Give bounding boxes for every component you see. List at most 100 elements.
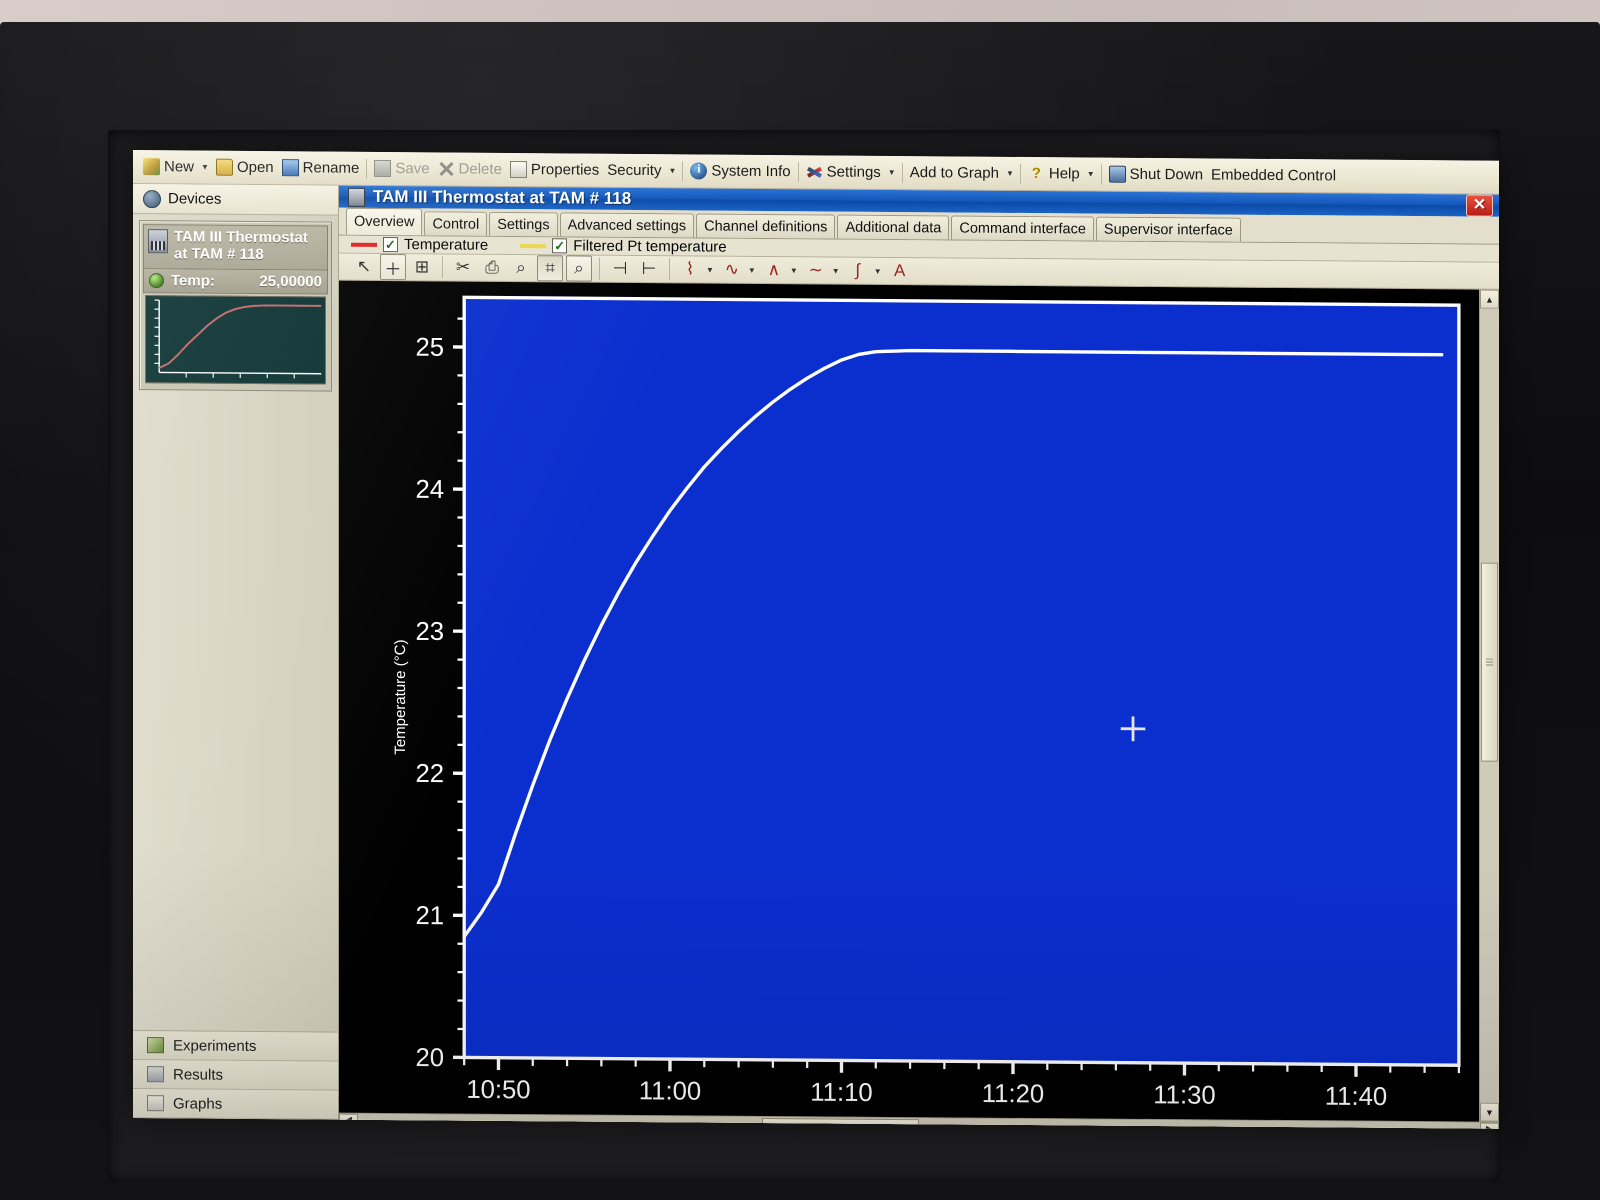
toolbar-button-label: New: [164, 158, 195, 176]
tab-settings[interactable]: Settings: [489, 211, 558, 237]
experiments-icon: [147, 1037, 164, 1054]
x-tick-label: 10:50: [466, 1076, 530, 1105]
toolbar-separator: [1100, 164, 1102, 185]
arrow-select-tool[interactable]: ↖: [351, 254, 377, 280]
scroll-down-icon[interactable]: ▼: [1480, 1102, 1499, 1122]
toolbar-button-help[interactable]: Help: [1024, 160, 1084, 186]
chevron-down-icon[interactable]: ▼: [665, 166, 679, 175]
chevron-down-icon[interactable]: ▼: [748, 265, 756, 274]
toolbar-button-delete: Delete: [434, 156, 506, 183]
sidebar-item-experiments[interactable]: Experiments: [133, 1031, 338, 1062]
crosshair-cursor-tool[interactable]: ＋: [380, 253, 406, 281]
thermostat-device-icon: [148, 229, 168, 254]
photo-background: New ▼ Open Rename Save Delete Properties Securi…: [0, 0, 1600, 1200]
scroll-up-icon[interactable]: ▲: [1480, 289, 1499, 309]
chevron-down-icon[interactable]: ▼: [885, 168, 899, 177]
y-tick-label: 23: [415, 618, 444, 646]
tab-command-interface[interactable]: Command interface: [951, 215, 1094, 241]
grid-layout-tool[interactable]: ⊞: [409, 254, 435, 280]
graph-toolbar-separator: [442, 256, 443, 279]
vscroll-thumb[interactable]: [1481, 562, 1498, 762]
zoom-in-tool[interactable]: ⌕: [508, 255, 534, 281]
toolbar-button-system-info[interactable]: System Info: [686, 158, 794, 185]
device-title-row: TAM III Thermostat at TAM # 118: [143, 224, 328, 271]
toolbar-button-security[interactable]: Security: [603, 157, 665, 183]
toolbar-button-embedded-control[interactable]: Embedded Control: [1207, 162, 1340, 189]
chevron-down-icon[interactable]: ▼: [1003, 169, 1017, 178]
open-folder-icon: [215, 158, 233, 176]
sidebar-item-results[interactable]: Results: [133, 1060, 338, 1091]
legend-checkbox[interactable]: ✓: [383, 236, 398, 253]
chevron-down-icon[interactable]: ▼: [1084, 169, 1098, 178]
tab-label: Settings: [497, 216, 550, 233]
tab-label: Channel definitions: [704, 217, 828, 235]
integrate-tool[interactable]: ∫: [845, 258, 871, 284]
x-tick-label: 11:20: [982, 1080, 1044, 1109]
toolbar-button-label: Help: [1048, 165, 1080, 183]
tab-channel-definitions[interactable]: Channel definitions: [696, 213, 836, 239]
toolbar-button-new[interactable]: New: [139, 154, 198, 180]
toolbar-button-open[interactable]: Open: [212, 154, 278, 181]
chevron-down-icon[interactable]: ▼: [198, 163, 212, 172]
peak-area-tool[interactable]: ∧: [761, 257, 787, 283]
tab-supervisor-interface[interactable]: Supervisor interface: [1095, 216, 1241, 242]
autoscale-tool[interactable]: ⌗: [537, 255, 563, 282]
tab-overview[interactable]: Overview: [346, 207, 423, 236]
sidebar: Devices TAM III Thermostat at TAM # 118 …: [133, 184, 339, 1120]
settings-tools-icon: [806, 163, 823, 180]
results-icon: [147, 1066, 164, 1083]
plot-wrapper: Temperature (°C) 20 21 22 23 24 25 10:50 11:00 1…: [339, 280, 1499, 1122]
tab-control[interactable]: Control: [424, 211, 488, 236]
tab-additional-data[interactable]: Additional data: [837, 214, 950, 240]
help-question-icon: [1028, 165, 1045, 182]
sidebar-header: Devices: [133, 184, 338, 216]
smoothing-tool[interactable]: ∼: [803, 257, 829, 283]
y-tick-label: 21: [415, 902, 444, 930]
zoom-region-tool[interactable]: ⌕: [566, 255, 592, 282]
chevron-down-icon[interactable]: ▼: [874, 266, 882, 275]
status-led-icon: [149, 272, 164, 288]
toolbar-button-rename[interactable]: Rename: [278, 155, 364, 182]
delete-x-icon: [438, 160, 455, 177]
y-tick-label: 25: [415, 334, 444, 362]
toolbar-button-properties[interactable]: Properties: [506, 156, 603, 183]
chevron-down-icon[interactable]: ▼: [706, 265, 714, 274]
legend-checkbox[interactable]: ✓: [552, 238, 568, 254]
close-icon[interactable]: ✕: [1466, 194, 1493, 217]
annotate-text-tool[interactable]: A: [887, 258, 913, 284]
print-tool[interactable]: ⎙: [479, 255, 505, 281]
toolbar-button-shut-down[interactable]: Shut Down: [1105, 161, 1207, 188]
sidebar-item-label: Graphs: [173, 1094, 223, 1113]
baseline-tool[interactable]: ∿: [719, 257, 745, 283]
toolbar-button-settings[interactable]: Settings: [802, 159, 885, 186]
properties-icon: [509, 160, 527, 179]
device-temperature-row: Temp: 25,00000: [143, 268, 328, 295]
vscroll-track[interactable]: [1480, 308, 1499, 1103]
cursor-left-tool[interactable]: ⊣: [607, 256, 633, 282]
scroll-right-icon[interactable]: ▶: [1480, 1122, 1499, 1129]
sidebar-item-graphs[interactable]: Graphs: [133, 1089, 338, 1120]
chevron-down-icon[interactable]: ▼: [832, 266, 840, 275]
toolbar-separator: [682, 160, 684, 181]
toolbar-separator: [901, 162, 903, 183]
toolbar-button-add-to-graph[interactable]: Add to Graph: [906, 160, 1003, 187]
plot-area[interactable]: Temperature (°C) 20 21 22 23 24 25 10:50 11:00 1…: [339, 280, 1479, 1122]
toolbar-separator: [797, 161, 799, 182]
sidebar-nav-list: Experiments Results Graphs: [133, 1030, 338, 1120]
cursor-right-tool[interactable]: ⊢: [636, 256, 662, 282]
toolbar-button-label: Delete: [458, 160, 502, 178]
graph-toolbar-separator: [669, 258, 670, 281]
device-thumbnail-chart: [145, 294, 326, 385]
plot-background: [464, 297, 1459, 1066]
info-icon: [690, 162, 708, 180]
tab-advanced-settings[interactable]: Advanced settings: [559, 212, 695, 238]
scissors-cut-tool[interactable]: ✂: [450, 254, 476, 280]
vertical-scrollbar[interactable]: ▲ ▼: [1479, 289, 1499, 1122]
legend-item-1: ✓ Filtered Pt temperature: [520, 237, 727, 256]
graphs-icon: [147, 1095, 164, 1112]
device-card[interactable]: TAM III Thermostat at TAM # 118 Temp: 25…: [139, 220, 332, 392]
chevron-down-icon[interactable]: ▼: [790, 266, 798, 275]
y-axis-title: Temperature (°C): [392, 639, 410, 755]
toolbar-button-label: Add to Graph: [909, 164, 999, 182]
peak-find-tool[interactable]: ⌇: [677, 256, 703, 282]
